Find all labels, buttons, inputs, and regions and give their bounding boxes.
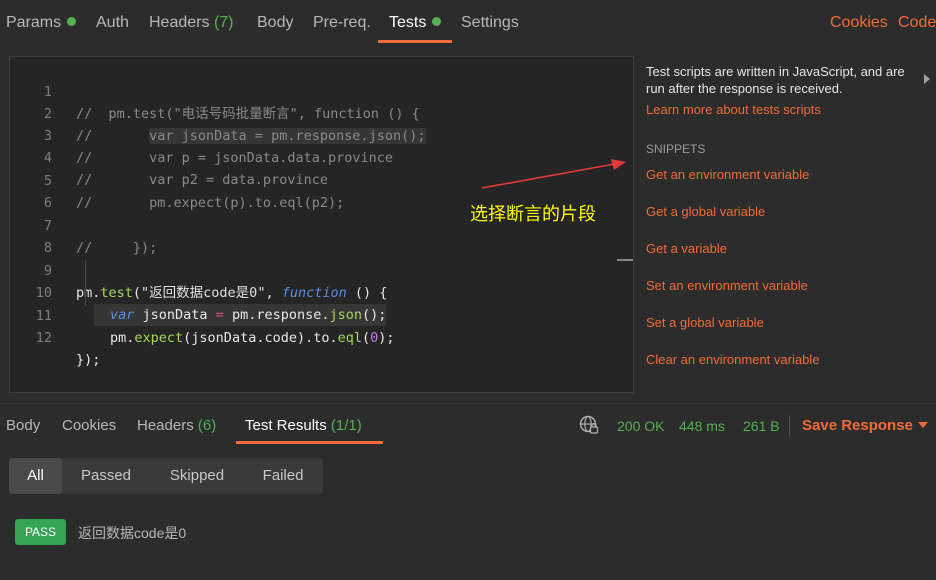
tab-test-results[interactable]: Test Results (1/1): [245, 417, 362, 434]
panel-divider[interactable]: [0, 403, 936, 404]
code-line: 11 pm.expect(jsonData.code).to.eql(0);: [35, 308, 395, 346]
response-size[interactable]: 261 B: [743, 418, 780, 434]
code-line: 3 // var p = jsonData.data.province: [43, 128, 393, 166]
tab-settings[interactable]: Settings: [461, 14, 519, 32]
code-line: 12 });: [35, 330, 101, 368]
filter-all[interactable]: All: [9, 458, 62, 494]
cookies-link[interactable]: Cookies: [830, 14, 888, 32]
test-result-name: 返回数据code是0: [78, 525, 187, 541]
snippet-get-environment-variable[interactable]: Get an environment variable: [646, 167, 809, 182]
snippet-set-environment-variable[interactable]: Set an environment variable: [646, 278, 808, 293]
tab-headers[interactable]: Headers (7): [149, 14, 234, 32]
response-status[interactable]: 200 OK: [617, 418, 664, 434]
params-status-dot-icon: [67, 17, 77, 26]
annotation-arrow-icon: [481, 159, 626, 189]
status-divider: [789, 415, 790, 437]
snippet-set-global-variable[interactable]: Set a global variable: [646, 315, 764, 330]
globe-lock-icon[interactable]: [579, 415, 599, 435]
filter-failed[interactable]: Failed: [249, 458, 317, 494]
tab-response-cookies[interactable]: Cookies: [62, 417, 116, 434]
editor-scrollbar[interactable]: [617, 259, 633, 261]
active-response-tab-underline: [236, 441, 383, 444]
response-tabs: Body Cookies Headers (6) Test Results (1…: [0, 405, 936, 445]
snippets-heading: SNIPPETS: [646, 142, 706, 156]
indent-guide: [85, 260, 86, 306]
snippet-get-global-variable[interactable]: Get a global variable: [646, 204, 765, 219]
test-result-row: PASS 返回数据code是0: [15, 519, 515, 547]
pass-badge: PASS: [15, 519, 66, 545]
code-link[interactable]: Code: [898, 14, 936, 32]
filter-passed[interactable]: Passed: [67, 458, 145, 494]
filter-skipped[interactable]: Skipped: [153, 458, 241, 494]
response-time[interactable]: 448 ms: [679, 418, 725, 434]
tab-body[interactable]: Body: [257, 14, 293, 32]
tests-status-dot-icon: [432, 17, 442, 26]
save-response-dropdown-icon[interactable]: [918, 422, 928, 428]
active-tab-underline: [378, 40, 452, 43]
tests-description: Test scripts are written in JavaScript, …: [646, 64, 905, 96]
tests-side-panel: Test scripts are written in JavaScript, …: [646, 63, 936, 393]
code-line: 2 // var jsonData = pm.response.json();: [43, 106, 426, 144]
test-results-filter: All Passed Skipped Failed: [9, 458, 323, 494]
tab-response-body[interactable]: Body: [6, 417, 40, 434]
tab-prereq[interactable]: Pre-req.: [313, 14, 371, 32]
collapse-panel-arrow-icon[interactable]: [924, 74, 930, 84]
save-response-button[interactable]: Save Response: [802, 417, 913, 434]
tab-tests[interactable]: Tests: [389, 14, 442, 32]
request-tabs: Params Auth Headers (7) Body Pre-req. Te…: [0, 0, 936, 46]
code-line: 10 var jsonData = pm.response.json();: [10, 260, 633, 326]
headers-count: (7): [213, 14, 234, 31]
tab-auth[interactable]: Auth: [96, 14, 129, 32]
learn-more-link[interactable]: Learn more about tests scripts: [646, 102, 936, 117]
snippet-clear-environment-variable[interactable]: Clear an environment variable: [646, 352, 819, 367]
snippet-get-variable[interactable]: Get a variable: [646, 241, 727, 256]
code-line: 1 // pm.test("电话号码批量断言", function () {: [43, 84, 420, 122]
code-line: 4 // var p2 = data.province: [43, 150, 328, 188]
tab-response-headers[interactable]: Headers (6): [137, 417, 216, 434]
tab-params[interactable]: Params: [6, 14, 77, 32]
code-line: 9 pm.test("返回数据code是0", function () {: [43, 263, 388, 301]
annotation-text: 选择断言的片段: [470, 204, 596, 224]
